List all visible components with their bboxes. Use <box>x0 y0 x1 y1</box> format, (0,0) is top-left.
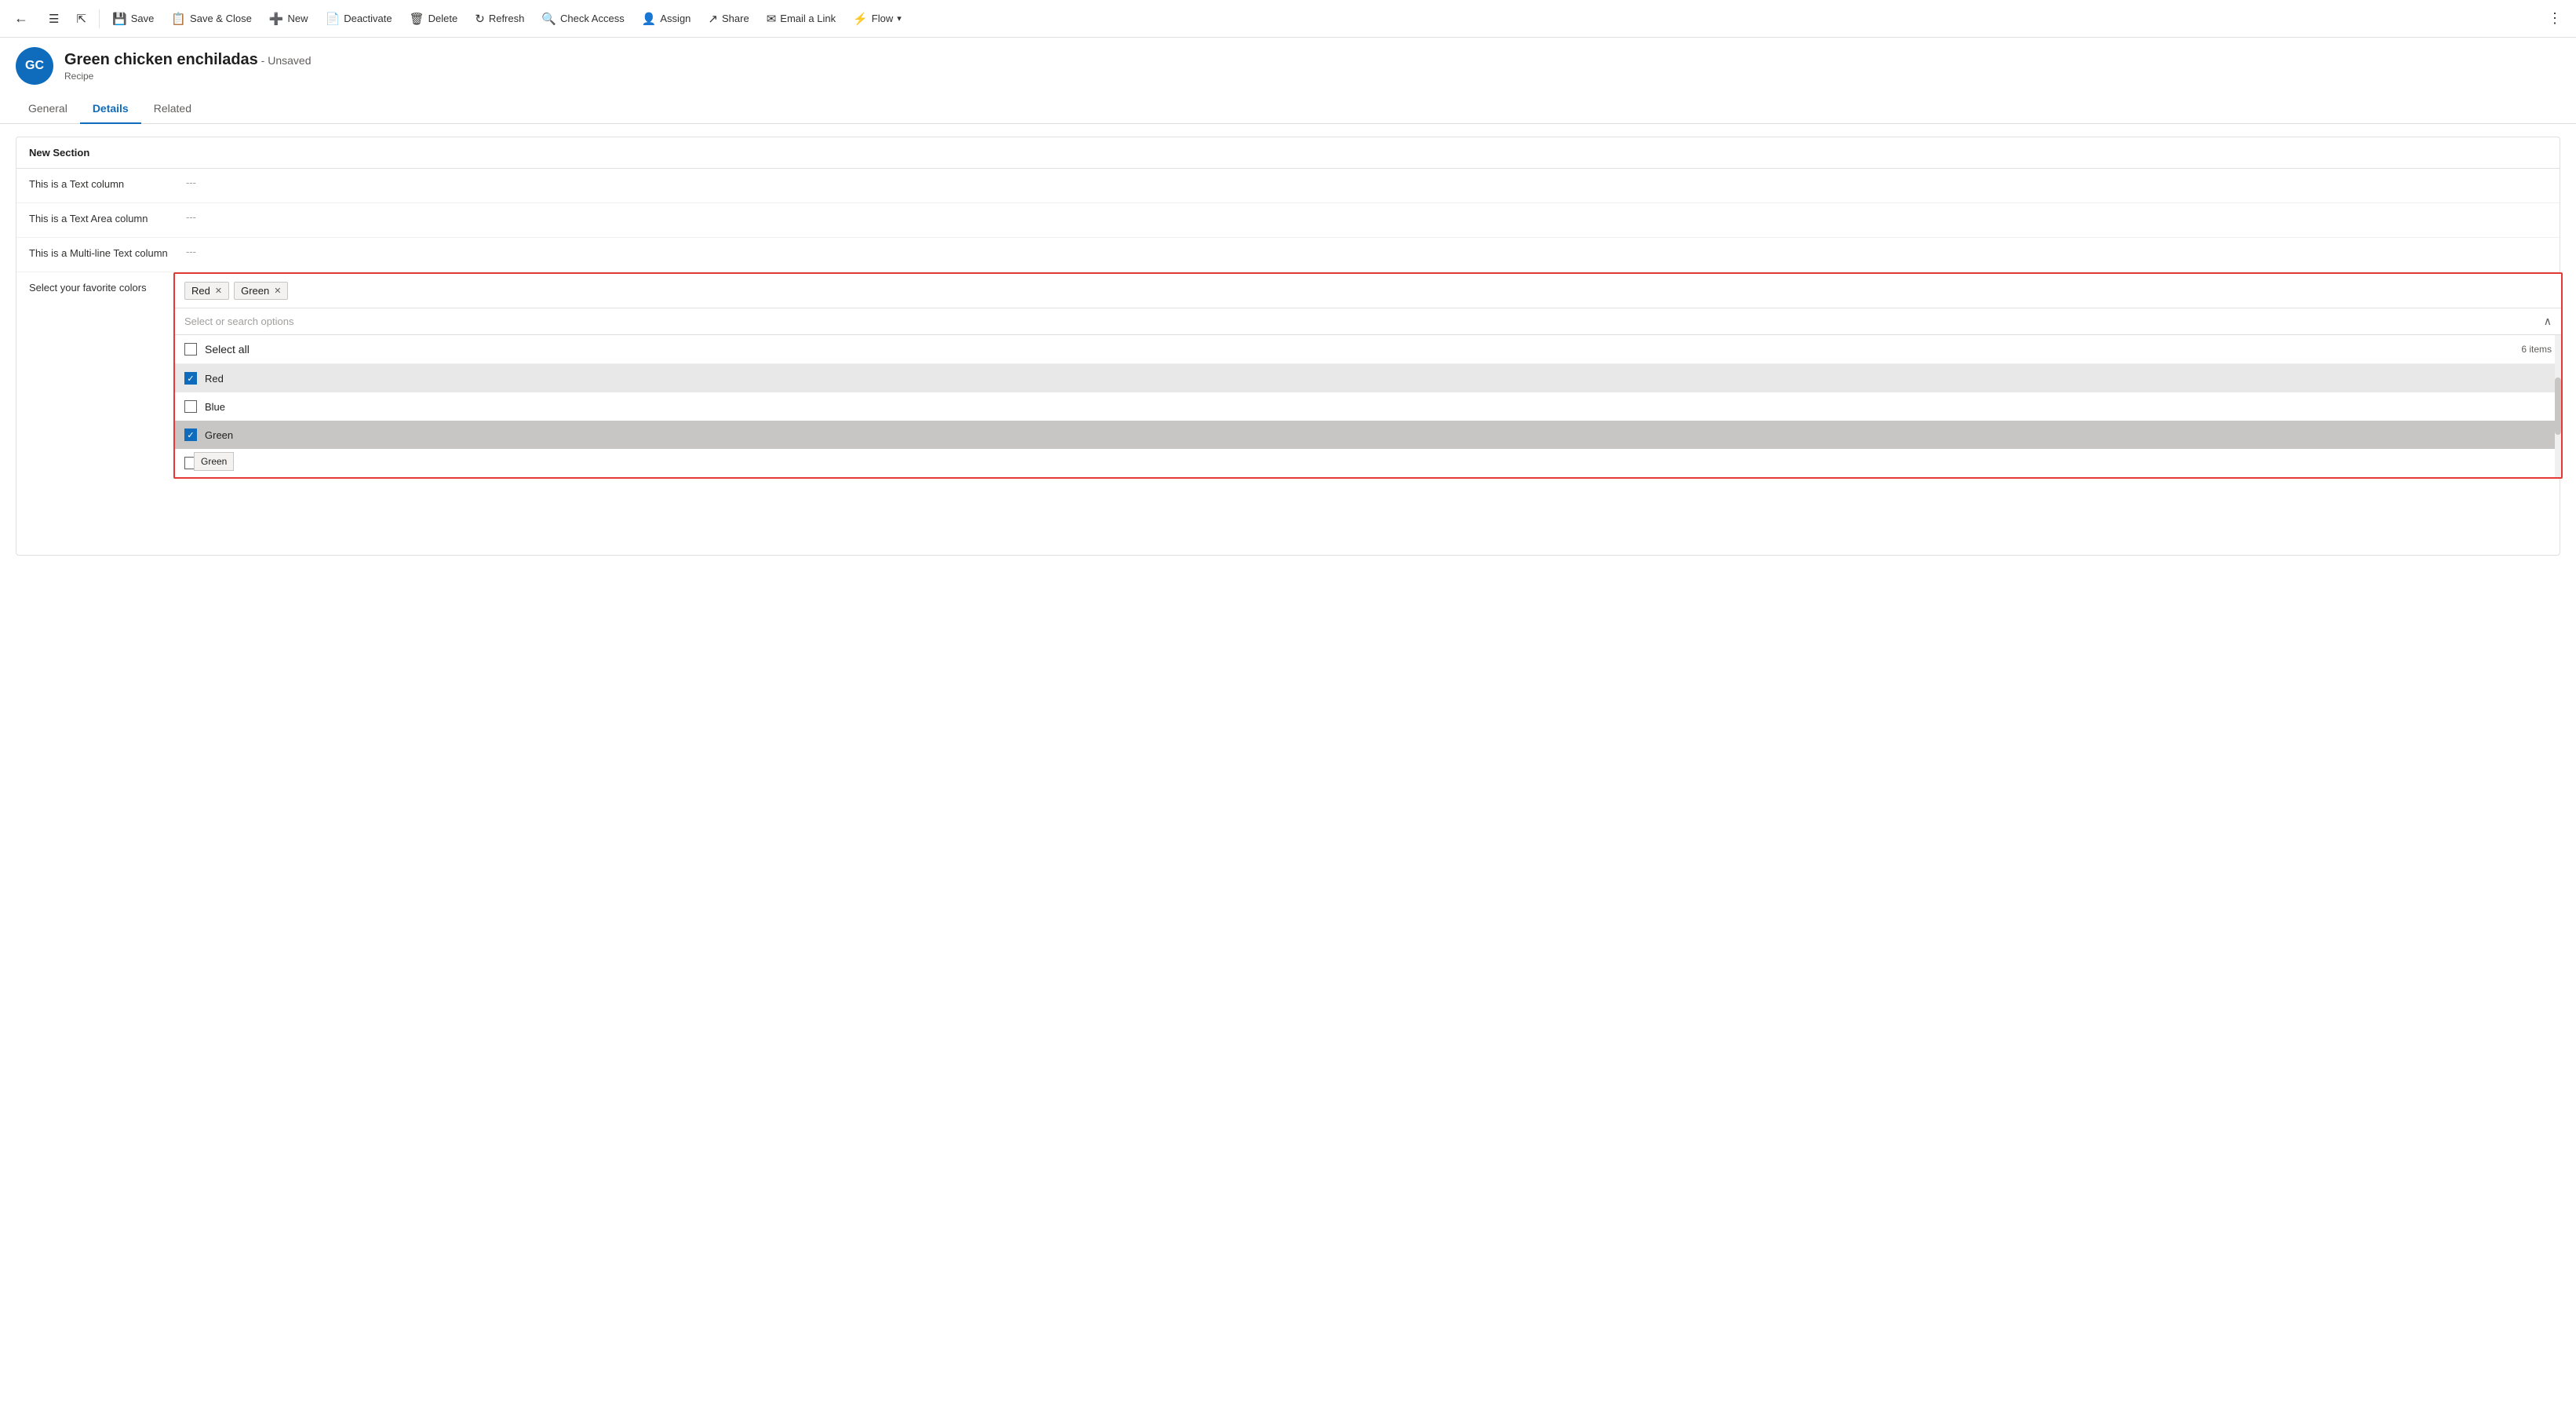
deactivate-button[interactable]: 📄 Deactivate <box>318 7 400 31</box>
share-button[interactable]: ↗ Share <box>700 7 756 31</box>
back-button[interactable]: ← <box>6 5 39 31</box>
field-value-textarea[interactable]: --- <box>186 211 196 223</box>
tab-general[interactable]: General <box>16 94 80 124</box>
popup-icon: ⇱ <box>76 12 86 26</box>
assign-icon: 👤 <box>642 12 657 26</box>
select-all-label: Select all <box>205 343 250 356</box>
option-yellow-checkbox[interactable] <box>184 457 197 469</box>
save-icon: 💾 <box>112 12 127 26</box>
field-label-textarea: This is a Text Area column <box>29 211 186 224</box>
option-blue[interactable]: Blue <box>175 392 2561 421</box>
record-type: Recipe <box>64 71 311 82</box>
tag-green: Green ✕ <box>234 282 288 300</box>
new-icon: ➕ <box>269 12 284 26</box>
new-section: New Section This is a Text column --- Th… <box>16 137 2560 556</box>
back-icon: ← <box>14 10 28 27</box>
tab-related[interactable]: Related <box>141 94 204 124</box>
tag-red: Red ✕ <box>184 282 229 300</box>
popup-button[interactable]: ⇱ <box>68 7 94 31</box>
items-count: 6 items <box>2521 344 2552 355</box>
select-all-row[interactable]: Select all <box>184 343 250 356</box>
email-link-button[interactable]: ✉ Email a Link <box>759 7 843 31</box>
refresh-button[interactable]: ↻ Refresh <box>467 7 532 31</box>
form-view-button[interactable]: ☰ <box>41 7 67 31</box>
delete-icon: 🗑 <box>410 12 424 26</box>
dropdown-search-placeholder[interactable]: Select or search options <box>184 315 293 327</box>
email-link-icon: ✉ <box>767 12 777 26</box>
selected-tags-area: Red ✕ Green ✕ <box>175 274 2561 308</box>
flow-icon: ⚡ <box>853 12 868 26</box>
option-green[interactable]: Green Green <box>175 421 2561 449</box>
delete-button[interactable]: 🗑 Delete <box>402 7 466 31</box>
tag-green-remove[interactable]: ✕ <box>274 286 281 296</box>
option-yellow-label: Yellow <box>205 458 234 469</box>
more-button[interactable]: ⋮ <box>2540 5 2570 31</box>
scrollbar-track <box>2555 335 2561 477</box>
record-unsaved-label: - Unsaved <box>261 54 312 67</box>
share-icon: ↗ <box>708 12 718 26</box>
assign-button[interactable]: 👤 Assign <box>634 7 699 31</box>
option-red-checkbox[interactable] <box>184 372 197 385</box>
dropdown-search-row: Select or search options ∧ <box>175 308 2561 335</box>
toolbar: ← ☰ ⇱ 💾 Save 📋 Save & Close ➕ New 📄 Deac… <box>0 0 2576 38</box>
section-title: New Section <box>16 137 2560 169</box>
record-title-block: Green chicken enchiladas - Unsaved Recip… <box>64 51 311 82</box>
check-access-icon: 🔍 <box>541 12 556 26</box>
tag-red-remove[interactable]: ✕ <box>215 286 222 296</box>
check-access-button[interactable]: 🔍 Check Access <box>534 7 632 31</box>
field-label-text: This is a Text column <box>29 177 186 190</box>
form-icon: ☰ <box>49 12 59 26</box>
multiselect-dropdown: Red ✕ Green ✕ Select or search options ∧ <box>173 272 2563 479</box>
avatar: GC <box>16 47 53 85</box>
record-title: Green chicken enchiladas <box>64 51 258 68</box>
flow-button[interactable]: ⚡ Flow ▾ <box>845 7 909 31</box>
option-yellow[interactable]: Yellow <box>175 449 2561 477</box>
save-close-icon: 📋 <box>171 12 186 26</box>
tabs: General Details Related <box>0 94 2576 124</box>
field-row-textarea: This is a Text Area column --- <box>16 203 2560 238</box>
option-blue-checkbox[interactable] <box>184 400 197 413</box>
field-value-multiline[interactable]: --- <box>186 246 196 257</box>
refresh-icon: ↻ <box>475 12 485 26</box>
record-title-row: Green chicken enchiladas - Unsaved <box>64 51 311 69</box>
scrollbar-thumb[interactable] <box>2555 377 2561 434</box>
new-button[interactable]: ➕ New <box>261 7 316 31</box>
field-value-text[interactable]: --- <box>186 177 196 188</box>
field-label-multiline: This is a Multi-line Text column <box>29 246 186 259</box>
dropdown-list: Select all 6 items Red Blue Gree <box>175 335 2561 477</box>
separator-1 <box>99 9 100 28</box>
option-red-label: Red <box>205 373 224 385</box>
dropdown-chevron-icon[interactable]: ∧ <box>2544 315 2552 328</box>
save-close-button[interactable]: 📋 Save & Close <box>163 7 259 31</box>
field-row-multiline: This is a Multi-line Text column --- <box>16 238 2560 272</box>
option-green-label: Green <box>205 429 233 441</box>
option-blue-label: Blue <box>205 401 225 413</box>
tag-red-label: Red <box>191 285 210 297</box>
tag-green-label: Green <box>241 285 269 297</box>
save-button[interactable]: 💾 Save <box>104 7 162 31</box>
field-label-multiselect: Select your favorite colors <box>29 280 186 294</box>
dropdown-header-row: Select all 6 items <box>175 335 2561 364</box>
deactivate-icon: 📄 <box>326 12 341 26</box>
field-row-text: This is a Text column --- <box>16 169 2560 203</box>
more-icon: ⋮ <box>2548 10 2562 27</box>
option-red[interactable]: Red <box>175 364 2561 392</box>
flow-chevron-icon: ▾ <box>897 13 902 24</box>
tab-details[interactable]: Details <box>80 94 141 124</box>
select-all-checkbox[interactable] <box>184 343 197 356</box>
field-row-multiselect: Select your favorite colors Red ✕ Green … <box>16 272 2560 555</box>
option-green-checkbox[interactable] <box>184 429 197 441</box>
record-header: GC Green chicken enchiladas - Unsaved Re… <box>0 38 2576 94</box>
